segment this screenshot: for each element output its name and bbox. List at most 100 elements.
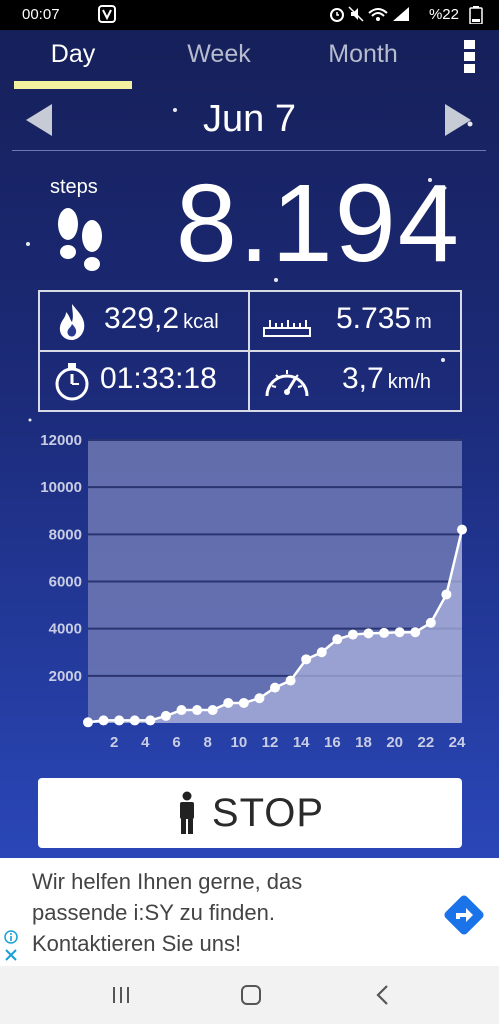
chart-data-point [207, 705, 218, 716]
duration-value: 01:33:18 [100, 362, 217, 395]
stop-button-label: STOP [211, 790, 325, 835]
chart-data-point [347, 629, 358, 640]
current-date: Jun 7 [203, 98, 296, 140]
chart-x-tick-label: 16 [324, 734, 341, 751]
calories-cell: 329,2 kcal [40, 292, 250, 352]
chart-data-point [285, 675, 296, 686]
chart-data-point [425, 617, 436, 628]
steps-summary: steps 8.194 [0, 164, 499, 290]
header-divider [12, 150, 486, 151]
chart-x-tick-label: 4 [141, 734, 150, 751]
app-screen: Day Week Month Jun 7 steps 8.194 329,2 k… [0, 30, 499, 858]
calories-unit: kcal [183, 311, 219, 333]
home-icon[interactable] [238, 982, 264, 1008]
chart-x-tick-label: 20 [386, 734, 403, 751]
distance-cell: 5.735 m [250, 292, 460, 352]
distance-value: 5.735 m [336, 302, 432, 336]
steps-count: 8.194 [175, 162, 461, 285]
chart-x-tick-label: 8 [203, 734, 211, 751]
chart-data-point [98, 715, 109, 726]
chart-x-tick-label: 18 [355, 734, 372, 751]
speed-number: 3,7 [342, 362, 384, 395]
overflow-menu-icon[interactable] [463, 40, 477, 76]
system-nav-bar [0, 966, 499, 1024]
period-tabs: Day Week Month [0, 30, 499, 92]
stats-grid: 329,2 kcal 5.735 m 01:33:18 3,7 km/h [38, 290, 462, 412]
wifi-icon [368, 8, 388, 21]
chart-data-point [301, 654, 312, 665]
chart-x-tick-label: 22 [417, 734, 434, 751]
chart-data-point [363, 628, 374, 639]
chart-data-point [254, 693, 265, 704]
steps-label: steps [50, 176, 98, 198]
ad-info-icon[interactable] [4, 930, 18, 944]
ruler-icon [263, 320, 311, 337]
status-icons [329, 5, 419, 27]
chart-y-tick-label: 2000 [49, 668, 82, 685]
active-tab-indicator [14, 81, 132, 89]
fire-icon [59, 304, 85, 340]
chart-x-tick-label: 12 [262, 734, 279, 751]
speedometer-icon [265, 370, 309, 397]
chart-y-tick-label: 8000 [49, 526, 82, 543]
alarm-icon [330, 8, 344, 22]
signal-icon [393, 7, 409, 21]
chart-y-tick-label: 4000 [49, 621, 82, 638]
chart-x-tick-label: 2 [110, 734, 118, 751]
chart-data-point [145, 715, 156, 726]
chart-x-tick-label: 14 [293, 734, 310, 751]
distance-unit: m [415, 311, 432, 333]
chart-x-tick-label: 6 [172, 734, 180, 751]
person-icon [179, 791, 194, 834]
hourly-steps-chart: 120001000080006000400020002 4 6 8 10 12 14 16 18… [40, 432, 467, 751]
chart-data-point [176, 705, 187, 716]
chart-data-point [270, 682, 280, 693]
battery-icon [469, 6, 483, 24]
stopwatch-icon [55, 363, 89, 401]
chart-data-point [316, 647, 327, 658]
chart-y-tick-label: 12000 [40, 432, 82, 449]
recents-icon[interactable] [108, 982, 134, 1008]
battery-percentage: %22 [428, 6, 459, 23]
chart-data-point [379, 627, 390, 638]
calories-value: 329,2 kcal [104, 302, 219, 336]
speed-value: 3,7 km/h [342, 362, 431, 396]
status-bar: 00:07 %22 [0, 0, 499, 30]
tab-day[interactable]: Day [14, 40, 132, 69]
chart-data-point [83, 717, 93, 728]
chart-data-point [332, 634, 343, 645]
chart-data-point [394, 627, 405, 638]
footprints-icon [58, 208, 102, 271]
directions-arrow-icon[interactable] [443, 894, 485, 936]
chart-x-tick-label: 24 [449, 734, 466, 751]
tab-month[interactable]: Month [304, 40, 422, 69]
chart-data-point [441, 589, 452, 600]
date-navigator: Jun 7 [0, 94, 499, 148]
chart-data-point [457, 524, 467, 535]
calories-number: 329,2 [104, 302, 180, 335]
ad-close-icon[interactable] [4, 948, 18, 962]
mute-icon [348, 6, 364, 22]
chart-x-tick-label: 10 [230, 734, 247, 751]
chart-data-point [129, 715, 140, 726]
distance-number: 5.735 [336, 302, 412, 335]
chart-data-point [192, 705, 203, 716]
chart-data-point [223, 697, 234, 708]
chart-y-tick-label: 10000 [40, 479, 82, 496]
speed-unit: km/h [387, 371, 432, 393]
ad-banner[interactable]: Wir helfen Ihnen gerne, das passende i:S… [0, 858, 499, 966]
notification-icon [98, 5, 116, 23]
speed-cell: 3,7 km/h [250, 352, 460, 412]
chart-data-point [238, 697, 249, 708]
chart-data-point [160, 710, 171, 721]
chart-data-point [114, 715, 125, 726]
tab-week[interactable]: Week [160, 40, 278, 69]
ad-text[interactable]: Wir helfen Ihnen gerne, das passende i:S… [32, 866, 392, 959]
duration-cell: 01:33:18 [40, 352, 250, 412]
back-icon[interactable] [370, 982, 396, 1008]
chart-y-tick-label: 6000 [49, 574, 82, 591]
status-time: 00:07 [22, 6, 60, 23]
chart-data-point [410, 627, 421, 638]
stop-button[interactable]: STOP [38, 778, 462, 848]
next-day-arrow-icon[interactable] [443, 102, 473, 138]
